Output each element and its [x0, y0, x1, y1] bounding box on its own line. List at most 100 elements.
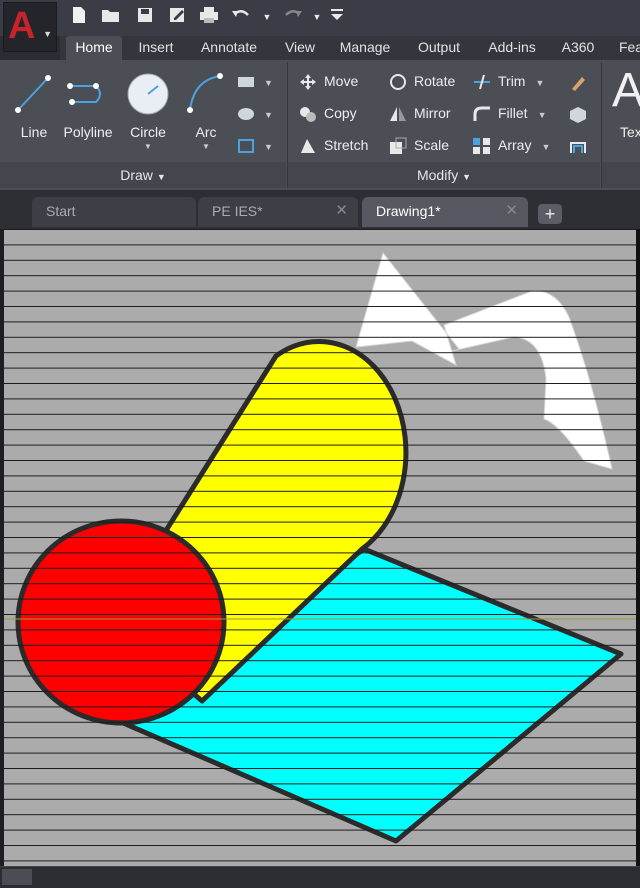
chevron-down-icon[interactable]: ▼: [176, 142, 236, 151]
tab-featured[interactable]: Fea: [616, 36, 640, 60]
close-icon[interactable]: ✕: [505, 197, 518, 225]
ribbon-panel-area: Line Polyline Circle ▼ Arc ▼ ▼ ▼ ▼ Draw …: [0, 60, 640, 191]
mirror-label: Mirror: [414, 105, 451, 121]
copy-tool[interactable]: Copy: [298, 100, 357, 126]
erase-icon: [568, 73, 588, 92]
boundary-icon: [236, 137, 256, 155]
close-icon[interactable]: ✕: [335, 197, 348, 225]
move-icon: [298, 73, 318, 91]
file-tab-label: Drawing1*: [376, 203, 441, 219]
stretch-label: Stretch: [324, 137, 369, 153]
save-as-icon[interactable]: [166, 6, 188, 28]
model-space-indicator[interactable]: [2, 869, 32, 885]
new-icon[interactable]: [68, 6, 90, 28]
circle-tool[interactable]: Circle ▼: [118, 66, 178, 156]
array-tool[interactable]: Array ▼: [472, 132, 550, 158]
tab-home[interactable]: Home: [66, 36, 122, 60]
explode-icon: [568, 105, 588, 124]
scale-label: Scale: [414, 137, 450, 153]
rotate-icon: [388, 73, 408, 91]
undo-icon[interactable]: [230, 6, 252, 28]
fillet-label: Fillet: [498, 105, 528, 121]
circle-icon: [127, 73, 169, 115]
tab-annotate[interactable]: Annotate: [194, 36, 264, 60]
explode-tool[interactable]: [568, 100, 594, 126]
rotate-tool[interactable]: Rotate: [388, 68, 455, 94]
chevron-down-icon: ▼: [156, 172, 166, 182]
chevron-down-icon[interactable]: ▼: [264, 142, 273, 152]
trim-label: Trim: [498, 73, 526, 89]
rotate-label: Rotate: [414, 73, 456, 89]
chevron-down-icon[interactable]: ▼: [538, 110, 547, 120]
rectangle-icon: [236, 73, 256, 91]
modify-panel-title[interactable]: Modify ▼: [288, 162, 600, 188]
trim-icon: [472, 73, 492, 91]
rectangle-tool[interactable]: ▼: [236, 68, 273, 94]
chevron-down-icon: ▼: [43, 29, 52, 39]
fillet-tool[interactable]: Fillet ▼: [472, 100, 546, 126]
boundary-tool[interactable]: ▼: [236, 132, 273, 158]
file-tab-label: Start: [46, 203, 76, 219]
hatch-lines-overlay: [4, 229, 636, 866]
mirror-tool[interactable]: Mirror: [388, 100, 451, 126]
stretch-tool[interactable]: Stretch: [298, 132, 368, 158]
move-label: Move: [324, 73, 359, 89]
customize-icon[interactable]: [326, 6, 348, 28]
mirror-icon: [388, 105, 408, 123]
annotation-panel-title: [602, 162, 640, 188]
draw-panel-title[interactable]: Draw ▼: [0, 162, 286, 188]
polyline-icon: [67, 83, 101, 105]
scale-icon: [388, 137, 408, 155]
open-icon[interactable]: [100, 6, 122, 28]
offset-icon: [568, 137, 588, 155]
plot-icon[interactable]: [198, 6, 220, 28]
line-tool[interactable]: Line: [4, 66, 64, 156]
chevron-down-icon[interactable]: ▼: [264, 78, 273, 88]
undo-dropdown-icon[interactable]: ▼: [262, 6, 272, 28]
chevron-down-icon[interactable]: ▼: [535, 78, 544, 88]
file-tab-drawing1[interactable]: Drawing1* ✕: [362, 197, 528, 227]
drawing-svg: [4, 229, 636, 866]
redo-icon[interactable]: [282, 6, 304, 28]
chevron-down-icon[interactable]: ▼: [118, 142, 178, 151]
polyline-tool[interactable]: Polyline: [58, 66, 118, 156]
tab-a360[interactable]: A360: [556, 36, 600, 60]
draw-panel-label: Draw: [120, 167, 153, 183]
scale-tool[interactable]: Scale: [388, 132, 449, 158]
arc-tool[interactable]: Arc ▼: [176, 66, 236, 156]
arc-icon: [187, 73, 223, 113]
text-tool[interactable]: A Tex: [606, 66, 640, 156]
application-menu-button[interactable]: A ▼: [3, 2, 57, 52]
fillet-icon: [472, 105, 492, 123]
tab-view[interactable]: View: [278, 36, 322, 60]
chevron-down-icon[interactable]: ▼: [541, 142, 550, 152]
save-icon[interactable]: [134, 6, 156, 28]
erase-tool[interactable]: [568, 68, 594, 94]
hatch-icon: [236, 105, 256, 123]
line-label: Line: [20, 124, 48, 140]
move-tool[interactable]: Move: [298, 68, 358, 94]
circle-label: Circle: [130, 124, 166, 140]
arc-label: Arc: [195, 124, 217, 140]
redo-dropdown-icon[interactable]: ▼: [312, 6, 322, 28]
drawing-canvas[interactable]: [4, 229, 636, 866]
chevron-down-icon[interactable]: ▼: [264, 110, 273, 120]
status-bar: [0, 866, 640, 888]
hatch-tool[interactable]: ▼: [236, 100, 273, 126]
offset-tool[interactable]: [568, 132, 594, 158]
file-tab-start[interactable]: Start: [32, 197, 196, 227]
copy-label: Copy: [324, 105, 357, 121]
tab-insert[interactable]: Insert: [130, 36, 182, 60]
line-icon: [15, 75, 51, 113]
array-icon: [472, 137, 492, 155]
modify-panel-label: Modify: [416, 167, 459, 183]
copy-icon: [298, 105, 318, 123]
tab-manage[interactable]: Manage: [334, 36, 396, 60]
file-tab-label: PE IES*: [212, 203, 263, 219]
chevron-down-icon: ▼: [462, 172, 472, 182]
new-tab-plus-icon[interactable]: +: [538, 204, 562, 224]
tab-add-ins[interactable]: Add-ins: [482, 36, 542, 60]
trim-tool[interactable]: Trim ▼: [472, 68, 544, 94]
file-tab-pe-ies[interactable]: PE IES* ✕: [198, 197, 358, 227]
tab-output[interactable]: Output: [412, 36, 466, 60]
